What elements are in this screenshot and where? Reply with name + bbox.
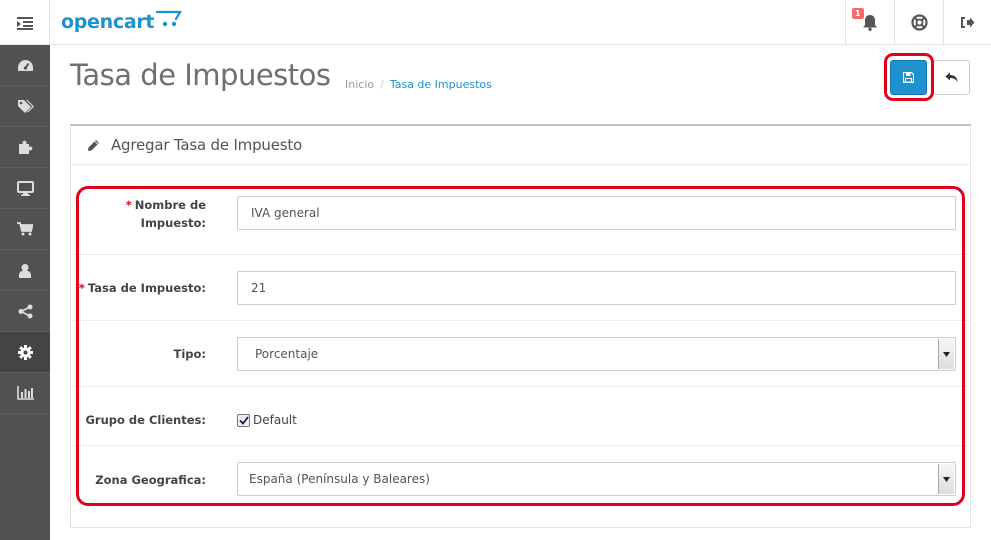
indent-icon bbox=[16, 16, 33, 30]
save-icon bbox=[903, 72, 914, 83]
sidebar-item-design[interactable] bbox=[0, 168, 50, 209]
desktop-icon bbox=[16, 180, 34, 196]
customer-group-option[interactable]: Default bbox=[237, 413, 297, 427]
notification-badge: 1 bbox=[852, 8, 864, 19]
tags-icon bbox=[17, 99, 34, 113]
tax-name-value: IVA general bbox=[251, 206, 320, 220]
breadcrumb: Inicio / Tasa de Impuestos bbox=[345, 78, 492, 91]
type-select[interactable]: Porcentaje bbox=[237, 337, 956, 371]
help-button[interactable] bbox=[894, 0, 943, 45]
customer-group-checkbox[interactable] bbox=[237, 413, 250, 427]
logout-button[interactable] bbox=[943, 0, 991, 45]
type-select-arrow[interactable] bbox=[938, 339, 954, 369]
sidebar-item-system[interactable] bbox=[0, 332, 50, 373]
caret-down-icon bbox=[943, 351, 950, 357]
logo-text: opencart bbox=[61, 11, 155, 33]
customer-group-label: Grupo de Clientes: bbox=[85, 413, 206, 427]
breadcrumb-current-link[interactable]: Tasa de Impuestos bbox=[390, 78, 492, 91]
panel-heading: Agregar Tasa de Impuesto bbox=[71, 126, 970, 165]
sidebar bbox=[0, 45, 50, 540]
bell-icon bbox=[863, 15, 877, 31]
form-row-customer-group: Grupo de Clientes: Default bbox=[71, 387, 970, 446]
opencart-logo[interactable]: opencart bbox=[61, 8, 183, 36]
breadcrumb-home-link[interactable]: Inicio bbox=[345, 78, 374, 91]
tax-rate-value: 21 bbox=[251, 281, 267, 295]
sidebar-item-extensions[interactable] bbox=[0, 127, 50, 168]
top-header: opencart 1 bbox=[0, 0, 991, 45]
sidebar-item-marketing[interactable] bbox=[0, 291, 50, 332]
dashboard-icon bbox=[17, 59, 33, 71]
breadcrumb-separator: / bbox=[380, 78, 384, 91]
geo-zone-select-arrow[interactable] bbox=[938, 464, 954, 494]
form-row-type: Tipo: Porcentaje bbox=[71, 321, 970, 387]
type-select-value: Porcentaje bbox=[255, 347, 319, 361]
geo-zone-label: Zona Geografica: bbox=[95, 473, 206, 487]
checkmark-icon bbox=[238, 415, 249, 425]
customer-group-option-label: Default bbox=[253, 413, 297, 427]
menu-toggle-button[interactable] bbox=[0, 0, 50, 45]
form-panel: Agregar Tasa de Impuesto * Nombre de Impu… bbox=[70, 124, 971, 528]
user-icon bbox=[19, 263, 31, 278]
sidebar-item-customers[interactable] bbox=[0, 250, 50, 291]
save-button[interactable] bbox=[890, 60, 927, 95]
cart-logo-icon bbox=[156, 10, 183, 27]
geo-zone-select[interactable]: España (Península y Baleares) bbox=[237, 462, 956, 496]
pencil-icon bbox=[88, 139, 99, 151]
tax-name-input[interactable]: IVA general bbox=[237, 196, 956, 230]
shopping-cart-icon bbox=[17, 222, 33, 236]
tax-name-label-line1: Nombre de bbox=[134, 198, 206, 212]
tax-name-label: * Nombre de Impuesto: bbox=[126, 196, 206, 232]
sidebar-item-catalog[interactable] bbox=[0, 86, 50, 127]
bar-chart-icon bbox=[16, 386, 34, 400]
page-title: Tasa de Impuestos bbox=[70, 58, 331, 92]
panel-title: Agregar Tasa de Impuesto bbox=[111, 136, 303, 154]
share-icon bbox=[18, 304, 32, 318]
form-row-tax-name: * Nombre de Impuesto: IVA general bbox=[71, 182, 970, 255]
sign-out-icon bbox=[961, 17, 975, 28]
tax-rate-input[interactable]: 21 bbox=[237, 271, 956, 305]
required-marker: * bbox=[78, 281, 85, 295]
form-row-tax-rate: * Tasa de Impuesto: 21 bbox=[71, 255, 970, 321]
sidebar-item-reports[interactable] bbox=[0, 373, 50, 414]
tax-rate-label-text: Tasa de Impuesto: bbox=[87, 281, 206, 295]
sidebar-item-sales[interactable] bbox=[0, 209, 50, 250]
notifications-button[interactable]: 1 bbox=[845, 0, 894, 45]
required-marker: * bbox=[125, 198, 132, 212]
form-row-geo-zone: Zona Geografica: España (Península y Bal… bbox=[71, 446, 970, 510]
tax-rate-label: * Tasa de Impuesto: bbox=[79, 279, 206, 297]
caret-down-icon bbox=[943, 476, 950, 482]
back-button[interactable] bbox=[933, 60, 970, 95]
sidebar-item-dashboard[interactable] bbox=[0, 45, 50, 86]
life-ring-icon bbox=[910, 14, 928, 31]
reply-icon bbox=[945, 72, 958, 83]
geo-zone-select-value: España (Península y Baleares) bbox=[249, 472, 430, 486]
tax-name-label-line2: Impuesto: bbox=[140, 216, 206, 230]
puzzle-icon bbox=[19, 140, 33, 154]
cog-icon bbox=[17, 344, 33, 360]
type-label: Tipo: bbox=[173, 347, 206, 361]
